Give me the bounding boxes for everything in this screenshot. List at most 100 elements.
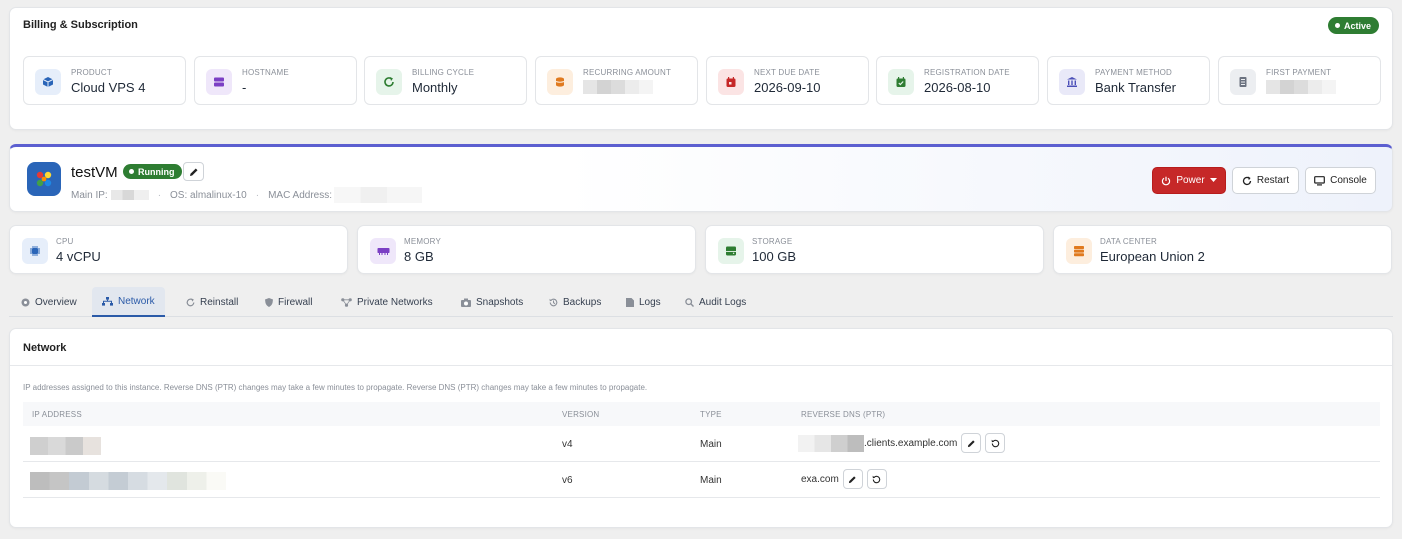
billing-item-recurring: RECURRING AMOUNT — [535, 56, 698, 105]
billing-item-label: FIRST PAYMENT — [1266, 68, 1332, 77]
reset-rdns-button[interactable] — [985, 433, 1006, 453]
column-header: REVERSE DNS (PTR) — [801, 410, 886, 419]
memory-icon — [370, 238, 396, 264]
tab-logs[interactable]: Logs — [616, 287, 671, 317]
billing-item-value: 2026-09-10 — [754, 80, 821, 95]
tab-private-networks[interactable]: Private Networks — [331, 287, 443, 317]
reverse-dns: .clients.example.com — [798, 433, 1006, 453]
tab-reinstall[interactable]: Reinstall — [176, 287, 248, 317]
cpu-icon — [22, 238, 48, 264]
spec-value: 100 GB — [752, 249, 797, 264]
restart-button[interactable]: Restart — [1232, 167, 1299, 194]
spec-label: CPU — [56, 237, 74, 246]
ip-type: Main — [700, 475, 722, 486]
tab-overview[interactable]: Overview — [11, 287, 87, 317]
column-header: IP ADDRESS — [32, 410, 82, 419]
vm-status-badge: Running — [123, 164, 182, 179]
undo-icon — [991, 439, 1000, 447]
rdns-redacted — [798, 434, 864, 452]
storage-icon — [718, 238, 744, 264]
calendar-due-icon — [718, 69, 744, 95]
rdns-value: .clients.example.com — [864, 437, 958, 449]
datacenter-icon — [1066, 238, 1092, 264]
billing-item-hostname: HOSTNAME - — [194, 56, 357, 105]
spec-card-cpu: CPU 4 vCPU — [9, 225, 348, 274]
ip-version: v4 — [562, 439, 573, 450]
billing-item-label: REGISTRATION DATE — [924, 68, 1010, 77]
column-header: TYPE — [700, 410, 722, 419]
spec-value: 4 vCPU — [56, 249, 101, 264]
os-logo-icon — [27, 162, 61, 196]
billing-item-value: Cloud VPS 4 — [71, 80, 146, 95]
ip-version: v6 — [562, 475, 573, 486]
spec-card-storage: STORAGE 100 GB — [705, 225, 1044, 274]
table-row: v4 Main .clients.example.com — [23, 426, 1380, 462]
tab-bar: Overview Network Reinstall Firewall Priv… — [9, 287, 1393, 317]
spec-label: DATA CENTER — [1100, 237, 1158, 246]
camera-icon — [461, 298, 471, 307]
edit-rdns-button[interactable] — [842, 469, 863, 489]
search-icon — [685, 297, 694, 307]
table-header: IP ADDRESS VERSION TYPE REVERSE DNS (PTR… — [23, 402, 1380, 426]
billing-item-value: 2026-08-10 — [924, 80, 991, 95]
billing-item-value — [1266, 80, 1336, 97]
edit-rdns-button[interactable] — [961, 433, 982, 453]
table-row: v6 Main exa.com — [23, 462, 1380, 498]
redacted-value — [583, 80, 653, 94]
pencil-icon — [967, 439, 975, 447]
tab-snapshots[interactable]: Snapshots — [451, 287, 533, 317]
power-icon — [1162, 176, 1171, 185]
billing-item-value: - — [242, 80, 247, 95]
network-card: Network IP addresses assigned to this in… — [9, 328, 1393, 528]
tab-audit-logs[interactable]: Audit Logs — [675, 287, 756, 317]
ip-type: Main — [700, 439, 722, 450]
billing-item-label: PAYMENT METHOD — [1095, 68, 1173, 77]
tab-firewall[interactable]: Firewall — [255, 287, 322, 317]
redacted-value — [1266, 80, 1336, 94]
pencil-icon — [849, 475, 856, 483]
spec-value: European Union 2 — [1100, 249, 1205, 264]
console-button[interactable]: Console — [1305, 167, 1376, 194]
status-badge: Active — [1327, 17, 1379, 34]
caret-down-icon — [1209, 178, 1217, 182]
monitor-icon — [1314, 175, 1326, 185]
mac-label: MAC Address: — [268, 189, 332, 201]
cube-icon — [35, 69, 61, 95]
billing-card: Billing & Subscription Active PRODUCT Cl… — [9, 7, 1393, 130]
vm-header-card: testVM Running Main IP: · OS: almalinux-… — [9, 144, 1393, 212]
network-title: Network — [23, 342, 67, 354]
network-description: IP addresses assigned to this instance. … — [23, 383, 648, 392]
pencil-icon — [189, 168, 197, 176]
reinstall-icon — [186, 297, 195, 306]
billing-item-label: HOSTNAME — [242, 68, 289, 77]
os-label: OS: almalinux-10 — [170, 189, 247, 201]
edit-name-button[interactable] — [183, 162, 204, 181]
file-icon — [626, 297, 634, 307]
divider — [10, 365, 1392, 366]
billing-item-product: PRODUCT Cloud VPS 4 — [23, 56, 186, 105]
billing-item-label: PRODUCT — [71, 68, 112, 77]
billing-item-value: Bank Transfer — [1095, 80, 1176, 95]
spec-label: MEMORY — [404, 237, 442, 246]
server-icon — [206, 69, 232, 95]
reset-rdns-button[interactable] — [866, 469, 887, 489]
power-button[interactable]: Power — [1152, 167, 1226, 194]
billing-item-value — [583, 80, 653, 97]
ip-address-redacted — [30, 472, 226, 490]
billing-item-label: NEXT DUE DATE — [754, 68, 820, 77]
billing-item-label: RECURRING AMOUNT — [583, 68, 672, 77]
billing-item-first-payment: FIRST PAYMENT — [1218, 56, 1381, 105]
billing-item-next-due: NEXT DUE DATE 2026-09-10 — [706, 56, 869, 105]
tab-backups[interactable]: Backups — [539, 287, 611, 317]
main-ip-label: Main IP: — [71, 189, 108, 201]
tab-network[interactable]: Network — [92, 287, 165, 317]
billing-item-label: BILLING CYCLE — [412, 68, 475, 77]
undo-icon — [872, 475, 881, 483]
vm-meta: Main IP: · OS: almalinux-10 · MAC Addres… — [71, 187, 422, 203]
spec-label: STORAGE — [752, 237, 793, 246]
billing-title: Billing & Subscription — [23, 19, 138, 31]
column-header: VERSION — [562, 410, 600, 419]
main-ip-redacted — [110, 190, 149, 200]
rdns-value: exa.com — [801, 473, 839, 485]
ip-address-redacted — [30, 437, 101, 455]
